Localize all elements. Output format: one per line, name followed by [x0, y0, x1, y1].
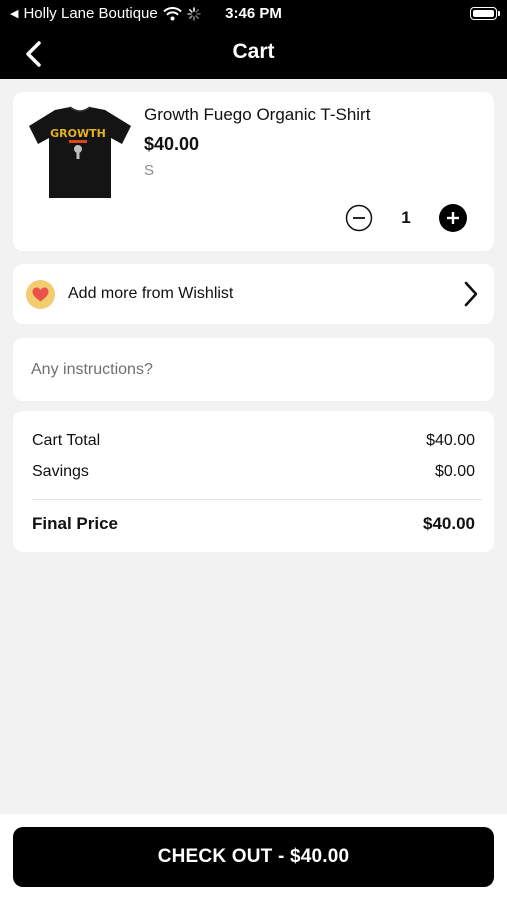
status-time: 3:46 PM: [225, 5, 282, 22]
cart-item-card: GROWTH Growth Fuego Organic T-Shirt $40.…: [13, 92, 494, 251]
nav-bar: Cart: [0, 28, 507, 79]
instructions-input[interactable]: [31, 338, 481, 401]
cart-total-label: Cart Total: [32, 432, 101, 449]
final-price-row: Final Price $40.00: [32, 514, 475, 534]
cart-total-value: $40.00: [426, 432, 475, 449]
wishlist-label: Add more from Wishlist: [68, 285, 234, 302]
checkout-button[interactable]: CHECK OUT - $40.00: [13, 827, 494, 887]
back-button[interactable]: [18, 38, 50, 70]
product-size: S: [144, 162, 155, 179]
battery-nub: [498, 11, 500, 16]
bottom-bar: CHECK OUT - $40.00: [0, 814, 507, 900]
increase-quantity-button[interactable]: [439, 204, 467, 232]
chevron-left-icon: [26, 41, 41, 67]
instructions-card: [13, 338, 494, 401]
savings-label: Savings: [32, 463, 89, 480]
shirt-print-text: GROWTH: [50, 127, 106, 140]
final-price-value: $40.00: [423, 514, 475, 533]
final-price-label: Final Price: [32, 514, 118, 533]
decrease-quantity-button[interactable]: [345, 204, 373, 232]
minus-circle-icon: [345, 204, 373, 232]
product-price: $40.00: [144, 134, 200, 154]
plus-circle-icon: [439, 204, 467, 232]
chevron-right-icon: [464, 281, 478, 307]
heart-icon: [32, 287, 49, 302]
product-image[interactable]: GROWTH: [25, 104, 135, 200]
wishlist-row[interactable]: Add more from Wishlist: [13, 264, 494, 324]
savings-value: $0.00: [434, 463, 475, 480]
savings-row: Savings $0.00: [32, 463, 475, 481]
quantity-stepper: 1: [345, 204, 467, 232]
status-bar: ◀ Holly Lane Boutique 3:46 PM: [0, 0, 507, 28]
summary-divider: [32, 499, 482, 500]
cart-total-row: Cart Total $40.00: [32, 432, 475, 450]
heart-badge: [26, 280, 55, 309]
price-summary: Cart Total $40.00 Savings $0.00 Final Pr…: [13, 411, 494, 552]
product-name[interactable]: Growth Fuego Organic T-Shirt: [144, 105, 370, 125]
quantity-value: 1: [401, 208, 411, 227]
battery-icon: [470, 7, 497, 20]
page-title: Cart: [232, 40, 275, 63]
